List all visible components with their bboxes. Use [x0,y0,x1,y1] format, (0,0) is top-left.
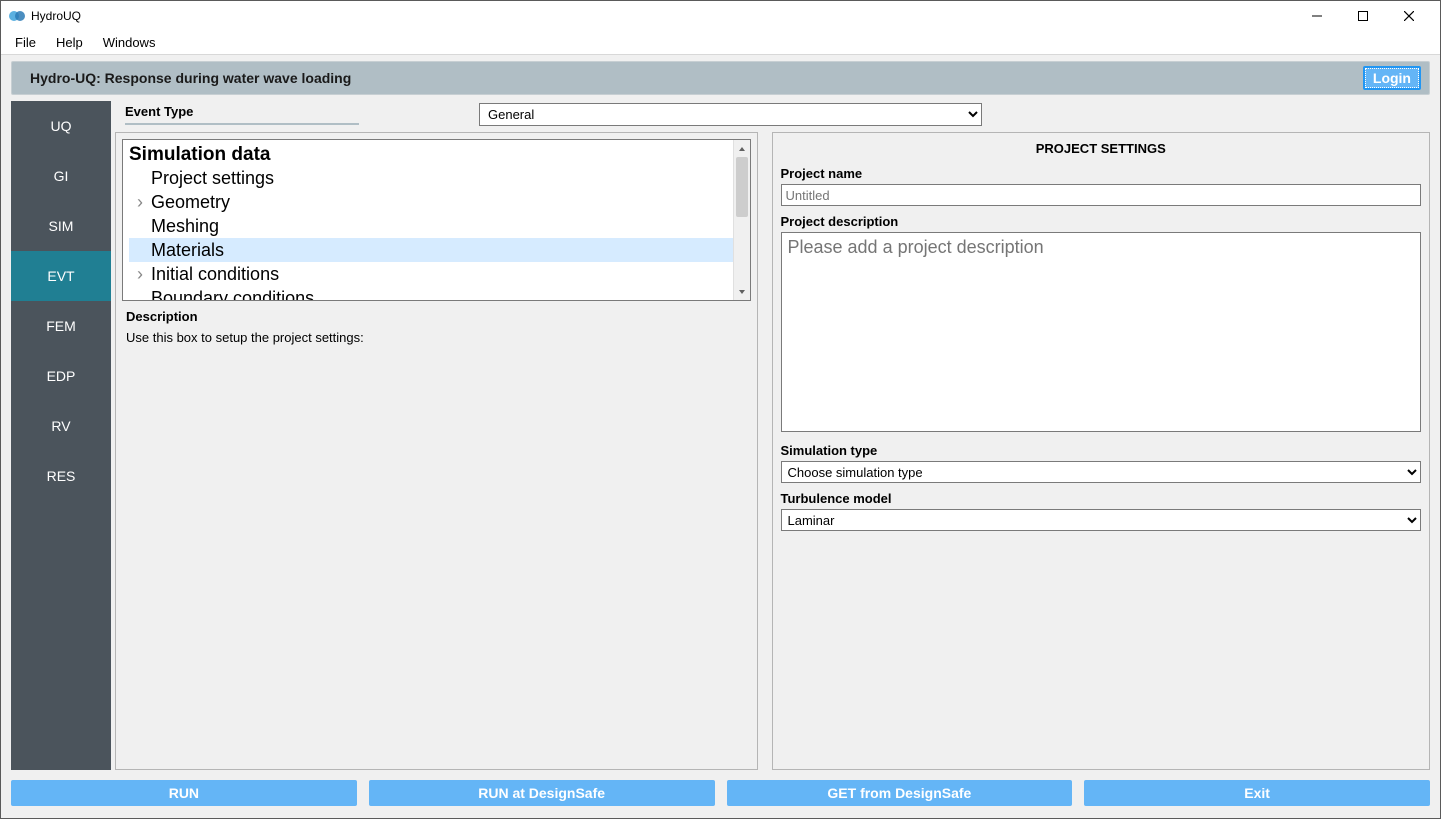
turb-select[interactable]: Laminar [781,509,1422,531]
tree-meshing[interactable]: Meshing [129,214,750,238]
titlebar: HydroUQ [1,1,1440,31]
tree-box: Simulation data Project settings Geometr… [122,139,751,301]
nav-sim[interactable]: SIM [11,201,111,251]
nav-gi[interactable]: GI [11,151,111,201]
sim-type-label: Simulation type [781,443,1422,458]
tree-project-settings[interactable]: Project settings [129,166,750,190]
description-text: Use this box to setup the project settin… [126,330,747,345]
project-name-input[interactable] [781,184,1422,206]
tree-initial-conditions[interactable]: Initial conditions [129,262,750,286]
close-button[interactable] [1386,1,1432,31]
description-label: Description [126,309,747,324]
app-icon [9,8,25,24]
scroll-down-icon[interactable] [734,283,750,300]
scroll-thumb[interactable] [736,157,748,217]
run-designsafe-button[interactable]: RUN at DesignSafe [369,780,715,806]
event-type-select[interactable]: General [479,103,982,126]
maximize-button[interactable] [1340,1,1386,31]
project-name-label: Project name [781,166,1422,181]
scroll-up-icon[interactable] [734,140,750,157]
header-bar: Hydro-UQ: Response during water wave loa… [11,61,1430,95]
menu-file[interactable]: File [5,33,46,52]
turb-label: Turbulence model [781,491,1422,506]
exit-button[interactable]: Exit [1084,780,1430,806]
nav-evt[interactable]: EVT [11,251,111,301]
side-nav: UQ GI SIM EVT FEM EDP RV RES [11,101,111,770]
right-panel: PROJECT SETTINGS Project name Project de… [772,132,1431,770]
settings-title: PROJECT SETTINGS [781,139,1422,166]
window-title: HydroUQ [31,9,1294,23]
event-type-underline [125,123,359,125]
page-title: Hydro-UQ: Response during water wave loa… [30,70,1363,86]
get-designsafe-button[interactable]: GET from DesignSafe [727,780,1073,806]
nav-edp[interactable]: EDP [11,351,111,401]
tree-root[interactable]: Simulation data [129,144,750,166]
login-button[interactable]: Login [1363,66,1421,90]
left-panel: Simulation data Project settings Geometr… [115,132,758,770]
project-desc-input[interactable] [781,232,1422,432]
nav-res[interactable]: RES [11,451,111,501]
menubar: File Help Windows [1,31,1440,55]
sim-type-select[interactable]: Choose simulation type [781,461,1422,483]
tree-geometry[interactable]: Geometry [129,190,750,214]
tree-boundary-conditions[interactable]: Boundary conditions [129,286,750,301]
run-button[interactable]: RUN [11,780,357,806]
tree-materials[interactable]: Materials [129,238,733,262]
minimize-button[interactable] [1294,1,1340,31]
event-type-label: Event Type [125,104,359,119]
bottom-bar: RUN RUN at DesignSafe GET from DesignSaf… [1,770,1440,818]
menu-windows[interactable]: Windows [93,33,166,52]
tree-scrollbar[interactable] [733,140,750,300]
project-desc-label: Project description [781,214,1422,229]
menu-help[interactable]: Help [46,33,93,52]
nav-fem[interactable]: FEM [11,301,111,351]
nav-uq[interactable]: UQ [11,101,111,151]
nav-rv[interactable]: RV [11,401,111,451]
